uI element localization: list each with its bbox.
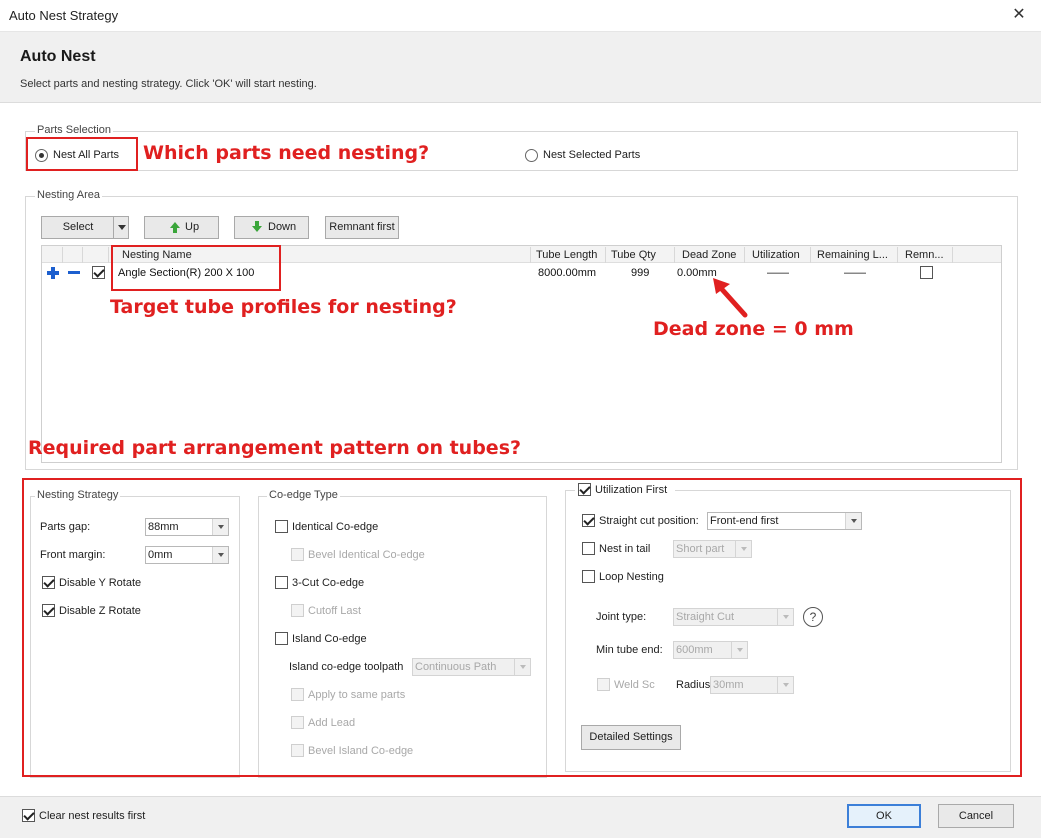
parts-selection-legend: Parts Selection (35, 124, 113, 136)
ok-button[interactable]: OK (847, 804, 921, 828)
up-button[interactable]: Up (144, 216, 219, 239)
annotation-arrangement: Required part arrangement pattern on tub… (28, 437, 522, 459)
col-tube-length[interactable]: Tube Length (536, 249, 597, 261)
row-utilization: —— (767, 267, 789, 279)
down-arrow-icon (252, 226, 262, 232)
dialog-subtitle: Select parts and nesting strategy. Click… (20, 78, 317, 90)
grid-col-sep (897, 247, 898, 263)
grid-col-sep (62, 247, 63, 263)
down-button[interactable]: Down (234, 216, 309, 239)
nest-selected-parts-radio[interactable] (525, 149, 538, 162)
nesting-area-legend: Nesting Area (35, 189, 102, 201)
annotation-arrow-icon (713, 278, 748, 318)
close-icon[interactable]: ✕ (1008, 4, 1030, 26)
annotation-which-parts: Which parts need nesting? (143, 142, 430, 164)
row-tube-length: 8000.00mm (538, 267, 597, 279)
grid-col-sep (530, 247, 531, 263)
window-title: Auto Nest Strategy (9, 8, 119, 23)
cancel-button[interactable]: Cancel (938, 804, 1014, 828)
down-button-label: Down (268, 221, 297, 233)
grid-col-sep (810, 247, 811, 263)
col-remaining-length[interactable]: Remaining L... (817, 249, 888, 261)
annotation-box-strategy (22, 478, 1022, 777)
chevron-down-icon (118, 225, 126, 230)
select-dropdown-button[interactable]: Select (41, 216, 129, 239)
clear-nest-results-label[interactable]: Clear nest results first (39, 810, 145, 822)
up-arrow-stem (173, 228, 177, 233)
plus-icon[interactable] (51, 267, 55, 279)
dialog-heading: Auto Nest (20, 48, 96, 65)
clear-nest-results-checkbox[interactable] (22, 809, 35, 822)
row-tube-qty: 999 (631, 267, 650, 279)
grid-col-sep (108, 247, 109, 263)
row-remnant-checkbox[interactable] (920, 266, 933, 279)
grid-col-sep (952, 247, 953, 263)
annotation-box-parts (26, 137, 138, 171)
col-utilization[interactable]: Utilization (752, 249, 800, 261)
minus-icon[interactable] (68, 271, 80, 274)
remnant-first-button[interactable]: Remnant first (325, 216, 399, 239)
grid-col-sep (605, 247, 606, 263)
dialog-header: Auto Nest Select parts and nesting strat… (0, 32, 1041, 103)
grid-col-sep (674, 247, 675, 263)
grid-col-sep (744, 247, 745, 263)
up-button-label: Up (185, 221, 200, 233)
col-remnant[interactable]: Remn... (905, 249, 944, 261)
col-tube-qty[interactable]: Tube Qty (611, 249, 656, 261)
row-checkbox[interactable] (92, 266, 105, 279)
split-divider (113, 217, 114, 238)
annotation-box-profiles (111, 245, 281, 291)
col-dead-zone[interactable]: Dead Zone (682, 249, 736, 261)
annotation-target-profiles: Target tube profiles for nesting? (110, 296, 457, 318)
nest-selected-parts-label[interactable]: Nest Selected Parts (543, 149, 640, 161)
grid-col-sep (82, 247, 83, 263)
title-bar: Auto Nest Strategy ✕ (0, 0, 1041, 32)
row-remaining-length: —— (844, 267, 866, 279)
select-button-label: Select (62, 221, 94, 233)
